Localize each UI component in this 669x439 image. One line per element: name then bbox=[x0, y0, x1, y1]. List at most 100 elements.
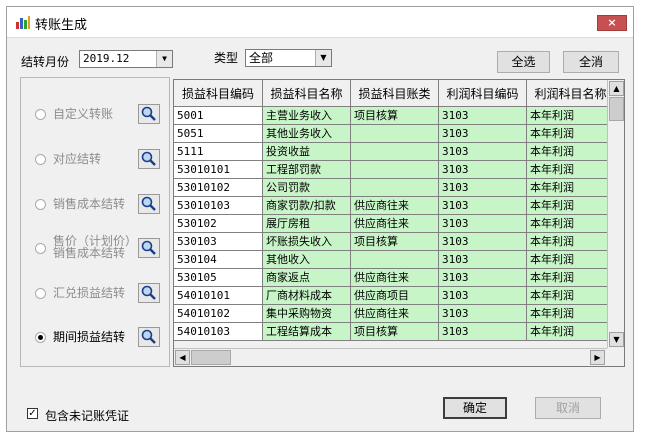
horizontal-scroll-thumb[interactable] bbox=[191, 350, 231, 365]
table-cell[interactable]: 项目核算 bbox=[350, 232, 439, 251]
table-cell[interactable]: 供应商往来 bbox=[350, 196, 439, 215]
table-cell[interactable]: 坏账损失收入 bbox=[262, 232, 351, 251]
table-cell[interactable]: 本年利润 bbox=[526, 268, 615, 287]
column-header[interactable]: 利润科目编码 bbox=[438, 80, 527, 107]
table-cell[interactable]: 3103 bbox=[438, 250, 527, 269]
table-cell[interactable]: 工程部罚款 bbox=[262, 160, 351, 179]
column-header[interactable]: 损益科目名称 bbox=[262, 80, 351, 107]
search-button[interactable] bbox=[138, 104, 160, 124]
table-cell[interactable]: 本年利润 bbox=[526, 286, 615, 305]
table-row[interactable]: 53010101 工程部罚款 3103 本年利润 bbox=[174, 160, 615, 179]
cancel-button[interactable]: 取消 bbox=[535, 397, 601, 419]
table-cell[interactable]: 5111 bbox=[174, 142, 263, 161]
month-select[interactable]: 2019.12 ▼ bbox=[79, 50, 173, 68]
table-cell[interactable]: 3103 bbox=[438, 232, 527, 251]
radio-sales-cost-transfer[interactable] bbox=[35, 199, 46, 210]
table-cell[interactable]: 本年利润 bbox=[526, 304, 615, 323]
table-cell[interactable]: 供应商往来 bbox=[350, 214, 439, 233]
select-all-button[interactable]: 全选 bbox=[497, 51, 550, 73]
table-cell[interactable] bbox=[350, 124, 439, 143]
table-cell[interactable]: 投资收益 bbox=[262, 142, 351, 161]
table-cell[interactable]: 工程结算成本 bbox=[262, 322, 351, 341]
column-header[interactable]: 损益科目账类 bbox=[350, 80, 439, 107]
search-button[interactable] bbox=[138, 149, 160, 169]
search-button[interactable] bbox=[138, 283, 160, 303]
table-cell[interactable]: 其他业务收入 bbox=[262, 124, 351, 143]
table-cell[interactable]: 本年利润 bbox=[526, 160, 615, 179]
table-row[interactable]: 5051 其他业务收入 3103 本年利润 bbox=[174, 124, 615, 143]
vertical-scrollbar[interactable]: ▲ ▼ bbox=[607, 80, 624, 348]
table-cell[interactable]: 3103 bbox=[438, 106, 527, 125]
horizontal-scrollbar[interactable]: ◀ ▶ bbox=[174, 348, 607, 366]
table-cell[interactable]: 其他收入 bbox=[262, 250, 351, 269]
table-cell[interactable]: 本年利润 bbox=[526, 250, 615, 269]
close-button[interactable]: × bbox=[597, 15, 627, 31]
column-header[interactable]: 损益科目编码 bbox=[174, 80, 263, 107]
table-row[interactable]: 5111 投资收益 3103 本年利润 bbox=[174, 142, 615, 161]
table-row[interactable]: 5001 主营业务收入 项目核算 3103 本年利润 bbox=[174, 106, 615, 125]
table-cell[interactable]: 530102 bbox=[174, 214, 263, 233]
table-cell[interactable] bbox=[350, 142, 439, 161]
table-cell[interactable]: 本年利润 bbox=[526, 214, 615, 233]
table-row[interactable]: 53010102 公司罚款 3103 本年利润 bbox=[174, 178, 615, 197]
table-row[interactable]: 530103 坏账损失收入 项目核算 3103 本年利润 bbox=[174, 232, 615, 251]
column-header[interactable]: 利润科目名称 bbox=[526, 80, 615, 107]
table-cell[interactable]: 公司罚款 bbox=[262, 178, 351, 197]
table-cell[interactable] bbox=[350, 250, 439, 269]
table-row[interactable]: 53010103 商家罚款/扣款 供应商往来 3103 本年利润 bbox=[174, 196, 615, 215]
table-cell[interactable]: 3103 bbox=[438, 304, 527, 323]
radio-exchange-gain-loss-transfer[interactable] bbox=[35, 288, 46, 299]
table-row[interactable]: 530104 其他收入 3103 本年利润 bbox=[174, 250, 615, 269]
table-cell[interactable]: 主营业务收入 bbox=[262, 106, 351, 125]
table-cell[interactable]: 本年利润 bbox=[526, 196, 615, 215]
chevron-down-icon[interactable]: ▼ bbox=[315, 50, 331, 66]
table-cell[interactable]: 本年利润 bbox=[526, 178, 615, 197]
scroll-down-icon[interactable]: ▼ bbox=[609, 332, 624, 347]
table-cell[interactable]: 本年利润 bbox=[526, 322, 615, 341]
type-select[interactable]: 全部 ▼ bbox=[245, 49, 332, 67]
table-row[interactable]: 530105 商家返点 供应商往来 3103 本年利润 bbox=[174, 268, 615, 287]
table-cell[interactable]: 54010101 bbox=[174, 286, 263, 305]
search-button[interactable] bbox=[138, 194, 160, 214]
table-cell[interactable]: 530103 bbox=[174, 232, 263, 251]
table-row[interactable]: 54010101 厂商材料成本 供应商项目 3103 本年利润 bbox=[174, 286, 615, 305]
radio-custom-transfer[interactable] bbox=[35, 109, 46, 120]
table-cell[interactable]: 供应商往来 bbox=[350, 268, 439, 287]
search-button[interactable] bbox=[138, 327, 160, 347]
vertical-scroll-thumb[interactable] bbox=[609, 97, 624, 121]
radio-corresponding-transfer[interactable] bbox=[35, 154, 46, 165]
table-cell[interactable]: 本年利润 bbox=[526, 106, 615, 125]
table-cell[interactable]: 集中采购物资 bbox=[262, 304, 351, 323]
table-cell[interactable]: 53010101 bbox=[174, 160, 263, 179]
ok-button[interactable]: 确定 bbox=[443, 397, 507, 419]
table-cell[interactable]: 530104 bbox=[174, 250, 263, 269]
include-unposted-checkbox[interactable]: ✓ bbox=[27, 408, 38, 419]
table-cell[interactable]: 530105 bbox=[174, 268, 263, 287]
table-cell[interactable]: 展厅房租 bbox=[262, 214, 351, 233]
radio-period-profit-loss-transfer[interactable] bbox=[35, 332, 46, 343]
table-cell[interactable]: 54010102 bbox=[174, 304, 263, 323]
table-cell[interactable]: 项目核算 bbox=[350, 322, 439, 341]
table-cell[interactable] bbox=[350, 160, 439, 179]
table-cell[interactable]: 厂商材料成本 bbox=[262, 286, 351, 305]
table-cell[interactable]: 53010102 bbox=[174, 178, 263, 197]
table-cell[interactable]: 本年利润 bbox=[526, 232, 615, 251]
table-cell[interactable]: 5001 bbox=[174, 106, 263, 125]
table-cell[interactable]: 3103 bbox=[438, 322, 527, 341]
scroll-up-icon[interactable]: ▲ bbox=[609, 81, 624, 96]
table-row[interactable]: 54010102 集中采购物资 供应商往来 3103 本年利润 bbox=[174, 304, 615, 323]
chevron-down-icon[interactable]: ▼ bbox=[156, 51, 172, 67]
table-cell[interactable]: 3103 bbox=[438, 286, 527, 305]
table-cell[interactable]: 3103 bbox=[438, 142, 527, 161]
table-cell[interactable]: 53010103 bbox=[174, 196, 263, 215]
table-cell[interactable]: 3103 bbox=[438, 196, 527, 215]
table-cell[interactable]: 5051 bbox=[174, 124, 263, 143]
table-cell[interactable]: 供应商项目 bbox=[350, 286, 439, 305]
scroll-left-icon[interactable]: ◀ bbox=[175, 350, 190, 365]
radio-planned-price-cost-transfer[interactable] bbox=[35, 243, 46, 254]
table-row[interactable]: 54010103 工程结算成本 项目核算 3103 本年利润 bbox=[174, 322, 615, 341]
table-cell[interactable]: 3103 bbox=[438, 268, 527, 287]
table-cell[interactable]: 3103 bbox=[438, 160, 527, 179]
table-cell[interactable]: 项目核算 bbox=[350, 106, 439, 125]
search-button[interactable] bbox=[138, 238, 160, 258]
